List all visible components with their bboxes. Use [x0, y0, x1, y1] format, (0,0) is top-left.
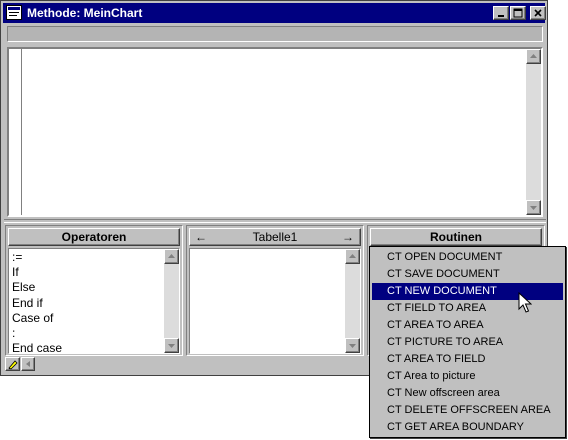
table-selector[interactable]: Tabelle1 [253, 230, 298, 244]
tables-panel: ← Tabelle1 → [186, 225, 364, 356]
routine-menu-item[interactable]: CT SAVE DOCUMENT [372, 266, 563, 283]
scroll-up-button[interactable] [164, 249, 179, 264]
close-icon [534, 9, 542, 17]
scroll-up-icon [530, 54, 537, 58]
app-icon[interactable] [6, 5, 22, 20]
maximize-icon [513, 8, 523, 18]
operators-header: Operatoren [8, 228, 180, 246]
scroll-down-icon [530, 206, 537, 210]
minimize-icon [498, 15, 504, 17]
scroll-left-icon [26, 361, 30, 367]
operator-item[interactable]: : [12, 326, 15, 340]
scroll-down-button[interactable] [164, 338, 179, 353]
mouse-pointer-icon [518, 292, 532, 313]
editor-vertical-scrollbar[interactable] [526, 49, 541, 215]
code-editor[interactable] [7, 47, 543, 217]
fields-scrollbar[interactable] [345, 249, 360, 353]
operator-item[interactable]: := [12, 250, 22, 264]
routine-menu-item[interactable]: CT AREA TO FIELD [372, 351, 563, 368]
routine-menu-item[interactable]: CT GET AREA BOUNDARY [372, 419, 563, 436]
scroll-down-icon [349, 344, 356, 348]
operators-scrollbar[interactable] [164, 249, 179, 353]
operator-item[interactable]: End case [12, 341, 62, 355]
routines-header[interactable]: Routinen [370, 228, 542, 246]
toolbar-strip [7, 26, 543, 42]
scroll-left-button[interactable] [21, 357, 35, 371]
fields-list[interactable] [189, 248, 361, 354]
operators-list[interactable]: := If Else End if Case of: End case [8, 248, 180, 355]
window-title: Methode: MeinChart [27, 6, 143, 20]
title-bar[interactable]: Methode: MeinChart [3, 3, 546, 23]
scroll-down-icon [168, 344, 175, 348]
maximize-button[interactable] [510, 6, 526, 20]
routine-menu-item[interactable]: CT NEW DOCUMENT [372, 283, 563, 300]
operator-item[interactable]: End if [12, 296, 43, 310]
scroll-up-button[interactable] [345, 249, 360, 264]
pencil-icon [8, 360, 18, 370]
routine-menu-item[interactable]: CT New offscreen area [372, 385, 563, 402]
routine-menu-item[interactable]: CT DELETE OFFSCREEN AREA [372, 402, 563, 419]
operators-panel: Operatoren := If Else End if Case of: End cas… [5, 225, 183, 356]
routine-menu-item[interactable]: CT Area to picture [372, 368, 563, 385]
tables-header: ← Tabelle1 → [189, 228, 361, 246]
scroll-up-icon [349, 254, 356, 258]
scroll-up-button[interactable] [526, 49, 541, 64]
scroll-up-icon [168, 254, 175, 258]
close-button[interactable] [530, 6, 546, 20]
operator-item[interactable]: Else [12, 280, 35, 294]
scroll-down-button[interactable] [526, 200, 541, 215]
routine-menu-item[interactable]: CT PICTURE TO AREA [372, 334, 563, 351]
routine-menu-item[interactable]: CT OPEN DOCUMENT [372, 249, 563, 266]
scroll-down-button[interactable] [345, 338, 360, 353]
routine-menu-item[interactable]: CT AREA TO AREA [372, 317, 563, 334]
operators-title: Operatoren [61, 230, 127, 244]
routine-menu-item[interactable]: CT FIELD TO AREA [372, 300, 563, 317]
routines-popup-menu[interactable]: CT OPEN DOCUMENT CT SAVE DOCUMENT CT NEW D… [369, 246, 566, 438]
pencil-button[interactable] [5, 357, 20, 371]
routines-title: Routinen [430, 230, 482, 244]
editor-gutter [9, 49, 22, 215]
pane-splitter[interactable] [4, 219, 546, 223]
previous-table-arrow[interactable]: ← [195, 229, 207, 245]
minimize-button[interactable] [493, 6, 509, 20]
operator-item[interactable]: Case of [12, 311, 53, 325]
operator-item[interactable]: If [12, 265, 19, 279]
next-table-arrow[interactable]: → [342, 229, 354, 245]
